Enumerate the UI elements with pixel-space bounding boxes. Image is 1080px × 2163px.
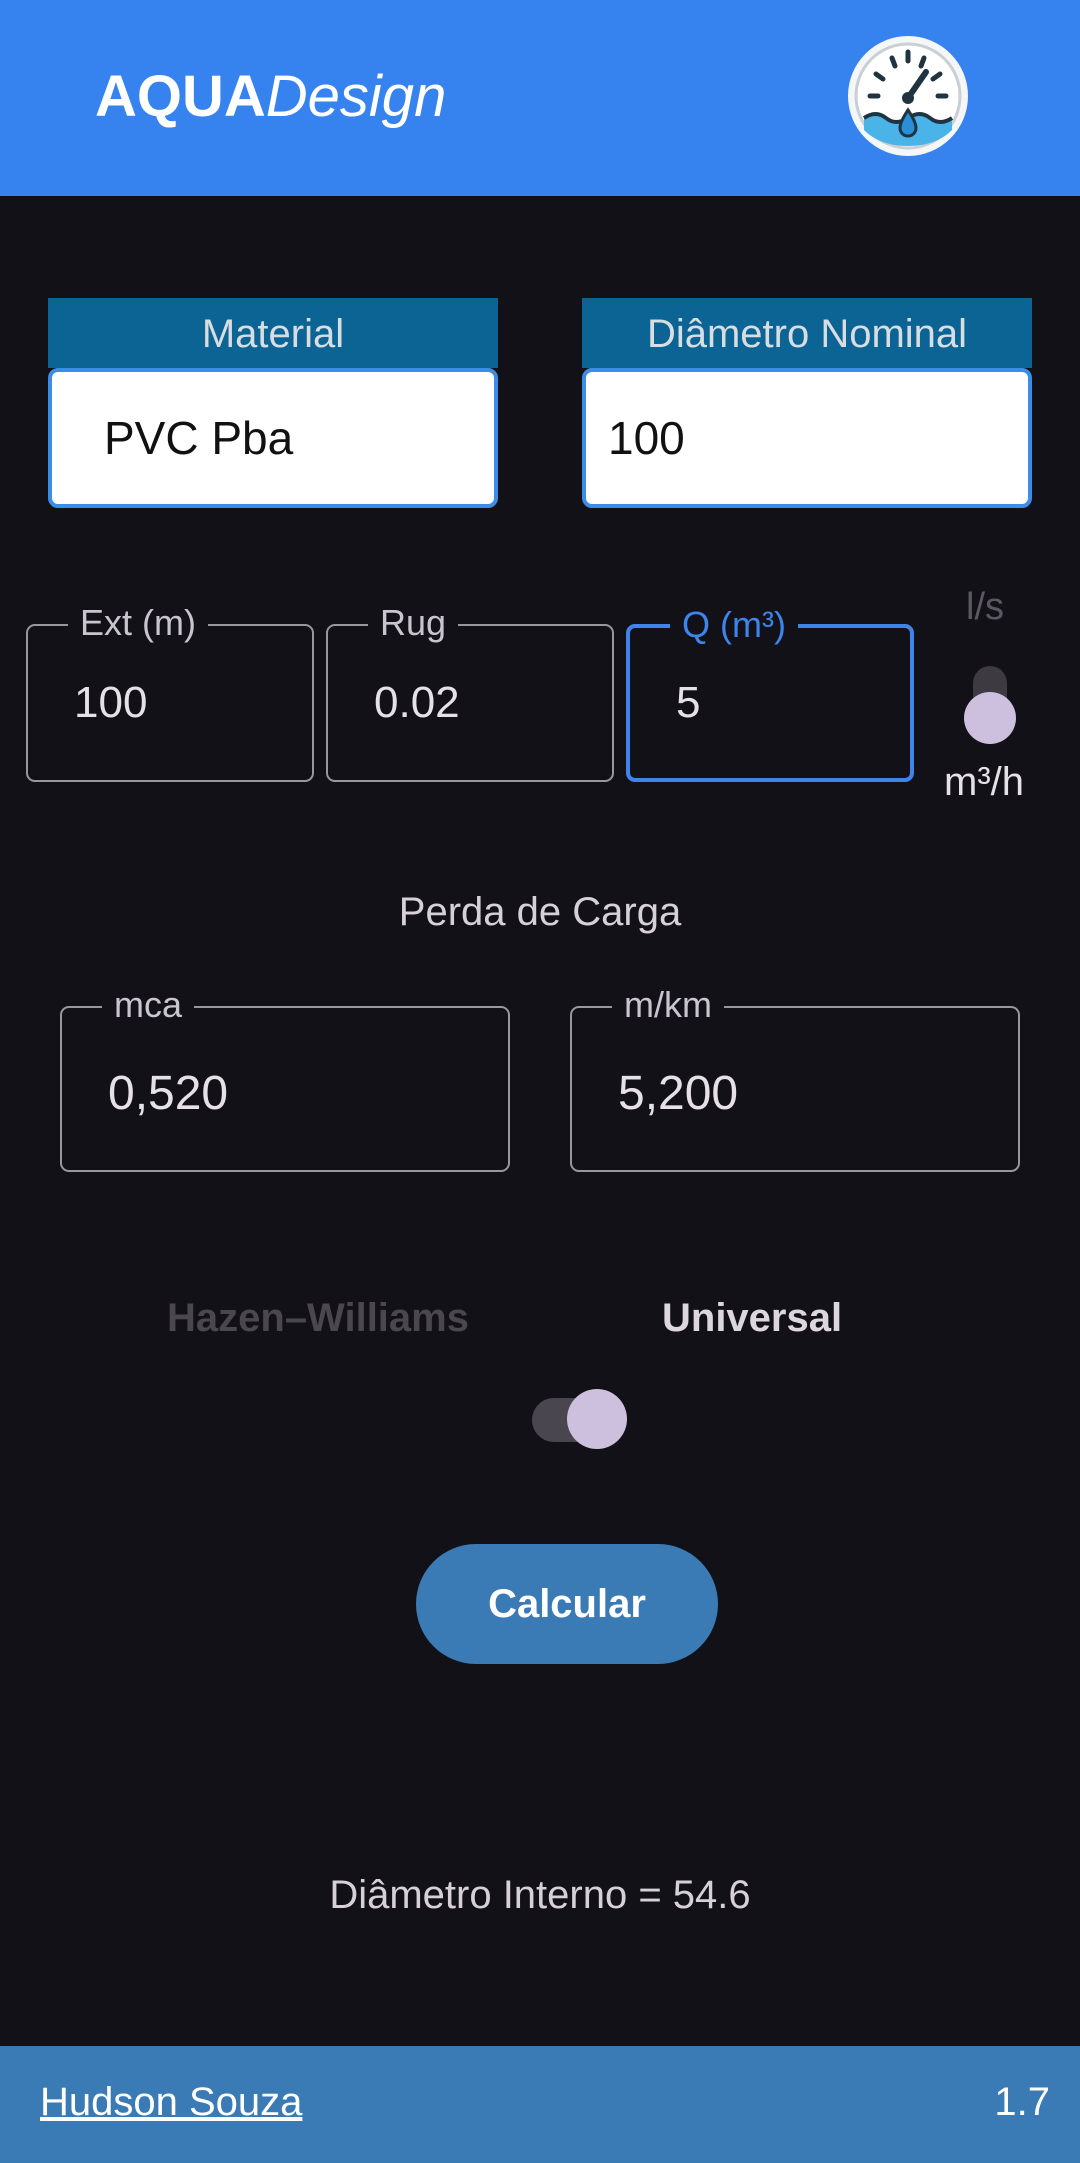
mkm-label: m/km [612,982,724,1028]
method-switch-knob[interactable] [567,1389,627,1449]
ext-field[interactable]: Ext (m) 100 [26,600,314,782]
internal-diameter-result: Diâmetro Interno = 54.6 [329,1873,751,1917]
flow-field[interactable]: Q (m³) 5 [626,602,914,782]
material-select[interactable]: PVC Pba [48,368,498,508]
mca-value: 0,520 [108,1067,229,1120]
diameter-select[interactable]: 100 [582,368,1032,508]
author-link[interactable]: Hudson Souza [40,2080,302,2125]
mca-label: mca [102,982,195,1028]
rug-value: 0.02 [374,678,460,727]
material-label: Material [48,298,498,368]
app-bar: AQUADesign [0,0,1080,196]
footer: Hudson Souza 1.7 [0,2046,1080,2163]
version-label: 1.7 [994,2080,1050,2124]
method-universal-label[interactable]: Universal [662,1296,842,1341]
unit-m3h-label: m³/h [944,760,1024,804]
calculate-button[interactable]: Calcular [416,1544,718,1664]
ext-value: 100 [74,678,148,727]
flow-value: 5 [676,678,701,727]
diameter-label: Diâmetro Nominal [582,298,1032,368]
ext-label: Ext (m) [68,600,208,646]
mkm-field: m/km 5,200 [570,982,1020,1172]
mca-field: mca 0,520 [60,982,510,1172]
app-title-bold: AQUA [95,64,266,129]
app-title: AQUADesign [95,62,446,132]
mkm-value: 5,200 [618,1067,739,1120]
head-loss-title: Perda de Carga [398,890,682,934]
flow-unit-switch-knob[interactable] [964,692,1016,744]
app-title-italic: Design [265,64,447,129]
flow-label: Q (m³) [670,602,798,648]
diameter-value: 100 [608,412,685,464]
rug-field[interactable]: Rug 0.02 [326,600,614,782]
unit-ls-label: l/s [966,586,1004,628]
rug-label: Rug [368,600,459,646]
pressure-gauge-icon [846,34,970,158]
material-value: PVC Pba [104,412,294,464]
method-hazen-williams-label[interactable]: Hazen–Williams [167,1296,469,1341]
